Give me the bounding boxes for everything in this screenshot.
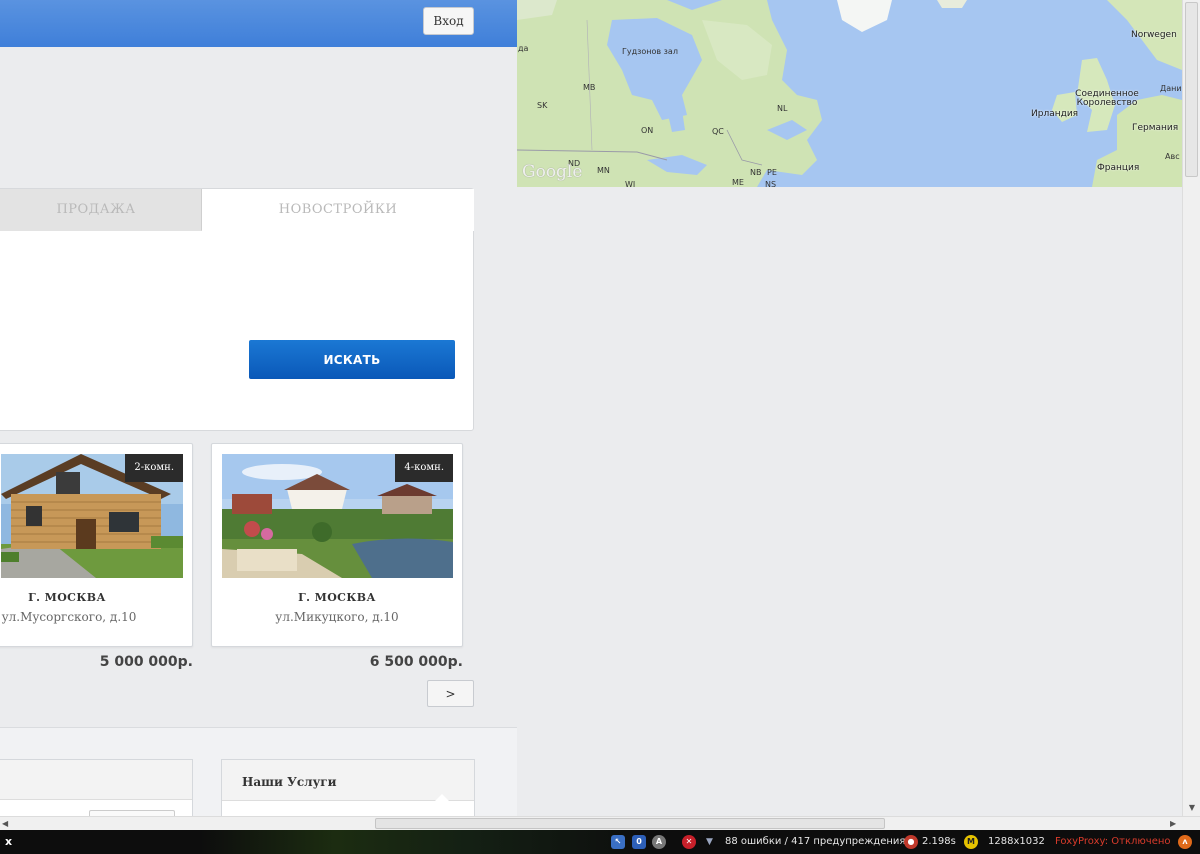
map-label-ns: NS xyxy=(765,180,777,187)
map-label-france: Франция xyxy=(1097,163,1140,173)
cursor-tool-icon[interactable]: ↖ xyxy=(611,835,625,849)
tab-new-buildings[interactable]: НОВОСТРОЙКИ xyxy=(202,189,474,231)
left-panel-header xyxy=(0,760,192,800)
map-view[interactable]: Гудзонов зал Norwegen Соединенное Короле… xyxy=(517,0,1182,187)
browser-status-bar: x ↖ 0 A ✕ ▼ 88 ошибки / 417 предупрежден… xyxy=(0,830,1200,854)
listing-card[interactable]: 4-комн. Г. МОСКВА ул.Микуцкого, д.10 xyxy=(211,443,463,647)
scroll-down-arrow-icon[interactable]: ▼ xyxy=(1183,800,1200,816)
listing-photo[interactable]: 4-комн. xyxy=(222,454,453,578)
counter-icon[interactable]: 0 xyxy=(632,835,646,849)
foxyproxy-status[interactable]: FoxyProxy: Отключено xyxy=(1055,830,1171,854)
map-label-denmark: Дания xyxy=(1160,84,1182,93)
top-header-bar: Вход xyxy=(0,0,517,47)
map-label-da: да xyxy=(518,44,529,53)
vertical-scrollbar-thumb[interactable] xyxy=(1185,2,1198,177)
close-statusbar-button[interactable]: x xyxy=(5,830,12,854)
tab-sale[interactable]: ПРОДАЖА xyxy=(0,189,202,231)
scroll-left-arrow-icon[interactable]: ◀ xyxy=(2,817,8,830)
speed-icon[interactable]: ● xyxy=(904,835,918,849)
map-label-uk: Соединенное Королевство xyxy=(1075,89,1139,108)
window-resolution[interactable]: 1288x1032 xyxy=(988,830,1045,854)
left-info-panel xyxy=(0,759,193,820)
error-icon[interactable]: ✕ xyxy=(682,835,696,849)
horizontal-scrollbar-thumb[interactable] xyxy=(375,818,885,829)
map-label-wi: WI xyxy=(625,180,636,187)
listing-city: Г. МОСКВА xyxy=(28,591,106,604)
map-label-me: ME xyxy=(732,178,744,187)
carousel-next-button[interactable]: > xyxy=(427,680,474,707)
listing-photo[interactable]: 2-комн. xyxy=(1,454,183,578)
map-label-abc: Авс xyxy=(1165,152,1180,161)
listing-price: 5 000 000р. xyxy=(99,654,193,670)
listing-address: ул.Мусоргского, д.10 xyxy=(1,610,137,624)
caret-up-icon xyxy=(435,794,449,801)
map-label-nl: NL xyxy=(777,104,788,113)
listing-card[interactable]: 2-комн. Г. МОСКВА ул.Мусоргского, д.10 xyxy=(0,443,193,647)
map-label-nb: NB xyxy=(750,168,762,177)
error-count[interactable]: 88 ошибки / 417 предупреждения xyxy=(725,830,905,854)
room-count-badge: 4-комн. xyxy=(395,454,453,482)
search-panel: ПРОДАЖА НОВОСТРОЙКИ ИСКАТЬ xyxy=(0,188,474,431)
scroll-right-arrow-icon[interactable]: ▶ xyxy=(1170,817,1176,830)
room-count-badge: 2-комн. xyxy=(125,454,183,482)
map-label-sk: SK xyxy=(537,101,548,110)
horizontal-scrollbar[interactable]: ◀ ▶ xyxy=(0,816,1200,830)
fox-icon[interactable]: ʌ xyxy=(1178,835,1192,849)
map-label-norway: Norwegen xyxy=(1131,30,1177,40)
login-button[interactable]: Вход xyxy=(423,7,474,35)
search-button[interactable]: ИСКАТЬ xyxy=(249,340,455,379)
map-label-qc: QC xyxy=(712,127,724,136)
services-panel: Наши Услуги xyxy=(221,759,475,816)
map-label-pe: PE xyxy=(767,168,777,177)
vertical-scrollbar[interactable]: ▼ xyxy=(1182,0,1200,816)
listing-address: ул.Микуцкого, д.10 xyxy=(275,610,399,624)
google-logo: Google xyxy=(522,162,583,182)
map-label-on: ON xyxy=(641,126,654,135)
map-label-ireland: Ирландия xyxy=(1031,109,1079,119)
dropdown-arrow-icon[interactable]: ▼ xyxy=(706,830,713,854)
map-label-hudson-bay: Гудзонов зал xyxy=(622,47,678,56)
status-bar-glow xyxy=(200,830,650,854)
adblock-icon[interactable]: A xyxy=(652,835,666,849)
listing-city: Г. МОСКВА xyxy=(298,591,376,604)
map-label-mb: MB xyxy=(583,83,596,92)
listing-price: 6 500 000р. xyxy=(369,654,463,670)
map-label-germany: Германия xyxy=(1132,123,1179,133)
map-label-mn: MN xyxy=(597,166,610,175)
measure-icon[interactable]: M xyxy=(964,835,978,849)
load-time: 2.198s xyxy=(922,836,956,847)
